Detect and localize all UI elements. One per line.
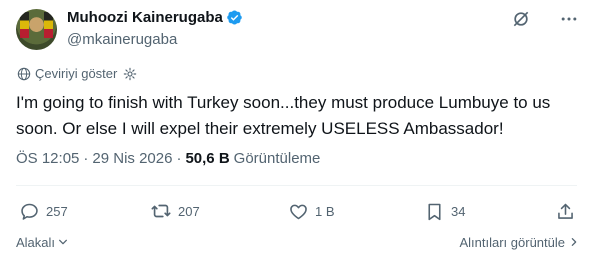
author-handle[interactable]: @mkainerugaba — [67, 31, 177, 48]
top-icons — [511, 9, 579, 29]
view-quotes-link[interactable]: Alıntıları görüntüle — [459, 235, 579, 250]
reply-icon — [18, 200, 40, 222]
translate-row: Çeviriyi göster — [17, 66, 137, 81]
views-label: Görüntüleme — [233, 150, 321, 167]
grok-icon[interactable] — [511, 9, 531, 29]
tweet-text: I'm going to finish with Turkey soon...t… — [16, 93, 551, 138]
translate-link[interactable]: Çeviriyi göster — [35, 66, 117, 81]
reply-count: 257 — [46, 203, 68, 219]
tweet-date[interactable]: 29 Nis 2026 — [92, 150, 172, 167]
bookmark-button[interactable]: 34 — [423, 200, 465, 222]
author-name-row[interactable]: Muhoozi Kainerugaba — [67, 9, 243, 26]
display-name[interactable]: Muhoozi Kainerugaba — [67, 9, 223, 26]
repost-count: 207 — [178, 203, 200, 219]
view-quotes-label: Alıntıları görüntüle — [459, 235, 565, 250]
heart-icon — [287, 200, 309, 222]
reply-button[interactable]: 257 — [18, 200, 68, 222]
chevron-right-icon — [569, 235, 579, 250]
share-button[interactable] — [554, 200, 576, 222]
more-options-icon[interactable] — [559, 9, 579, 29]
chevron-down-icon — [58, 235, 68, 250]
like-count: 1 B — [315, 203, 335, 219]
bookmark-icon — [423, 200, 445, 222]
related-label: Alakalı — [16, 235, 56, 250]
tweet-meta: ÖS 12:05 · 29 Nis 2026 · 50,6 B Görüntül… — [16, 150, 320, 167]
divider — [16, 185, 577, 186]
tweet-time[interactable]: ÖS 12:05 — [16, 150, 79, 167]
meta-separator-2: · — [176, 150, 182, 167]
gear-icon[interactable] — [123, 67, 137, 81]
action-bar: 257 207 1 B 34 — [16, 200, 577, 224]
bookmark-count: 34 — [451, 203, 466, 219]
view-count: 50,6 B — [185, 150, 230, 167]
related-dropdown[interactable]: Alakalı — [16, 235, 68, 250]
meta-separator: · — [83, 150, 89, 167]
repost-icon — [150, 200, 172, 222]
flag-right — [44, 12, 53, 38]
avatar[interactable] — [16, 9, 57, 50]
flag-left — [20, 12, 29, 38]
verified-badge-icon — [226, 9, 243, 26]
share-icon — [554, 200, 576, 222]
repost-button[interactable]: 207 — [150, 200, 200, 222]
like-button[interactable]: 1 B — [287, 200, 335, 222]
globe-icon — [17, 67, 31, 81]
